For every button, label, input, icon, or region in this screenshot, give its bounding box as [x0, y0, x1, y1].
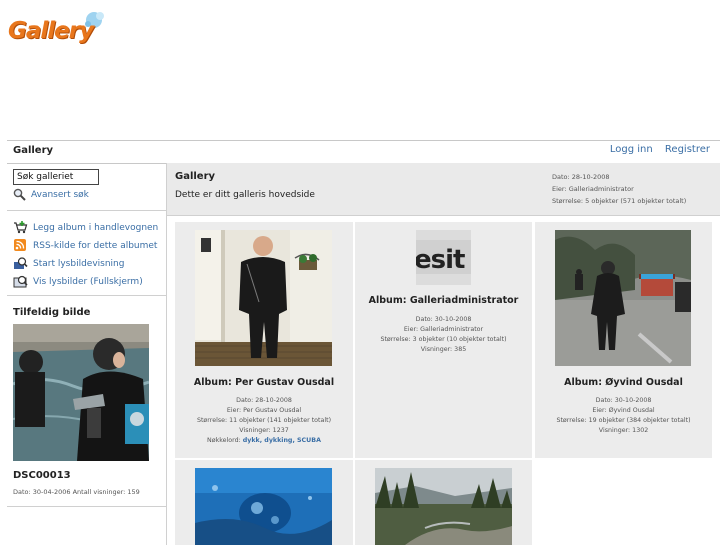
gallery-logo[interactable]: Gallery — [8, 10, 104, 52]
album-views: Visninger: 1237 — [239, 427, 289, 434]
rss-icon — [14, 239, 26, 251]
random-image-title[interactable]: DSC00013 — [13, 470, 71, 481]
slideshow-icon — [14, 257, 28, 269]
advanced-search-link[interactable]: Avansert søk — [13, 188, 89, 201]
logo-text: Gallery — [8, 18, 94, 44]
album-keywords: Nøkkelord: dykk, dykking, SCUBA — [175, 436, 353, 446]
album-title-link[interactable]: Album: Øyvind Ousdal — [535, 377, 712, 388]
divider — [7, 295, 166, 296]
album-item: Album: Øyvind Ousdal Dato: 30-10-2008 Ei… — [535, 222, 712, 458]
album-item — [175, 460, 353, 545]
album-item: esit Album: Galleriadministrator Dato: 3… — [355, 222, 532, 458]
album-views: Visninger: 1302 — [598, 427, 649, 434]
account-links: Logg inn Registrer — [601, 144, 710, 155]
login-link[interactable]: Logg inn — [610, 144, 653, 155]
divider — [7, 210, 166, 211]
album-meta: Dato: 28-10-2008 Eier: Per Gustav Ousdal… — [175, 396, 353, 446]
album-size: Størrelse: 3 objekter (10 objekter total… — [380, 336, 507, 343]
album-item — [355, 460, 532, 545]
add-to-cart-link[interactable]: Legg album i handlevognen — [13, 221, 158, 234]
album-thumbnail[interactable] — [555, 230, 691, 366]
album-thumbnail[interactable] — [195, 468, 332, 545]
thumbnail-text: esit — [416, 245, 465, 275]
rss-label: RSS-kilde for dette albumet — [33, 241, 158, 251]
album-header: Gallery Dette er ditt galleris hovedside… — [167, 163, 720, 216]
fullscreen-slideshow-label: Vis lysbilder (Fullskjerm) — [33, 277, 143, 287]
breadcrumb-bar: Gallery Logg inn Registrer — [7, 140, 720, 164]
slideshow-link[interactable]: Start lysbildevisning — [13, 257, 124, 270]
album-date: Dato: 30-10-2008 — [415, 316, 472, 323]
register-link[interactable]: Registrer — [665, 144, 710, 155]
rss-link[interactable]: RSS-kilde for dette albumet — [13, 239, 157, 252]
fullscreen-slideshow-link[interactable]: Vis lysbilder (Fullskjerm) — [13, 275, 143, 288]
album-item: Album: Per Gustav Ousdal Dato: 28-10-200… — [175, 222, 353, 458]
random-image-heading: Tilfeldig bilde — [13, 307, 91, 318]
album-owner: Eier: Galleriadministrator — [552, 185, 634, 193]
magnifier-icon — [13, 188, 26, 201]
album-date: Dato: 30-10-2008 — [595, 397, 652, 404]
album-meta: Dato: 30-10-2008 Eier: Øyvind Ousdal Stø… — [535, 396, 712, 436]
page-title: Gallery — [13, 145, 54, 156]
album-size: Størrelse: 11 objekter (141 objekter tot… — [196, 417, 332, 424]
keywords-links[interactable]: dykk, dykking, SCUBA — [243, 437, 321, 444]
album-size: Størrelse: 5 objekter (571 objekter tota… — [552, 197, 687, 205]
add-to-cart-label: Legg album i handlevognen — [33, 223, 159, 233]
album-meta: Dato: 28-10-2008 Eier: Galleriadministra… — [552, 171, 686, 207]
album-thumbnail[interactable] — [195, 230, 332, 366]
keywords-label: Nøkkelord: — [207, 437, 241, 444]
album-size: Størrelse: 19 objekter (384 objekter tot… — [556, 417, 691, 424]
album-date: Dato: 28-10-2008 — [236, 397, 292, 404]
cart-add-icon — [14, 221, 28, 234]
album-title: Gallery — [175, 171, 216, 182]
divider — [7, 506, 166, 507]
album-thumbnail[interactable]: esit — [416, 230, 471, 285]
random-image-thumbnail[interactable] — [13, 324, 149, 461]
advanced-search-label: Avansert søk — [31, 190, 89, 200]
album-thumbnail[interactable] — [375, 468, 512, 545]
album-date: Dato: 28-10-2008 — [552, 173, 610, 181]
album-meta: Dato: 30-10-2008 Eier: Galleriadministra… — [355, 315, 532, 355]
album-owner: Eier: Galleriadministrator — [403, 326, 484, 333]
album-title-link[interactable]: Album: Per Gustav Ousdal — [175, 377, 353, 388]
slideshow-fullscreen-icon — [13, 275, 28, 288]
album-owner: Eier: Øyvind Ousdal — [592, 407, 655, 414]
album-views: Visninger: 385 — [420, 346, 467, 353]
sidebar: Søk galleriet Avansert søk Legg album i … — [7, 163, 167, 545]
slideshow-label: Start lysbildevisning — [33, 259, 125, 269]
album-owner: Eier: Per Gustav Ousdal — [226, 407, 302, 414]
search-input[interactable]: Søk galleriet — [13, 169, 99, 185]
album-title-link[interactable]: Album: Galleriadministrator — [355, 295, 532, 306]
album-description: Dette er ditt galleris hovedside — [175, 190, 315, 200]
random-image-meta: Dato: 30-04-2006 Antall visninger: 159 — [13, 488, 140, 496]
